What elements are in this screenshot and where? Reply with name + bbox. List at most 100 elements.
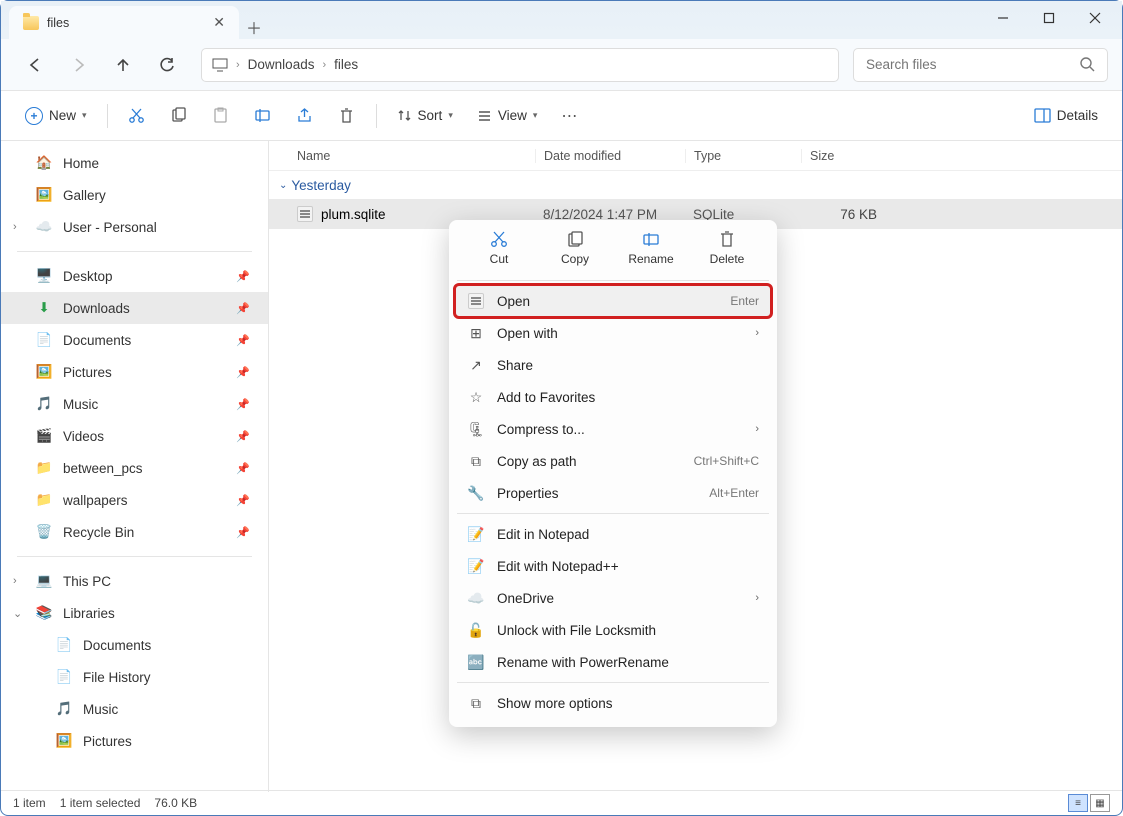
details-button[interactable]: Details bbox=[1024, 99, 1108, 133]
cloud-icon: ☁️ bbox=[35, 219, 53, 235]
ctx-edit-notepad[interactable]: 📝Edit in Notepad bbox=[455, 518, 771, 550]
breadcrumb-downloads[interactable]: Downloads bbox=[248, 57, 315, 72]
new-tab-button[interactable]: ＋ bbox=[239, 15, 269, 39]
more-button[interactable]: ⋯ bbox=[551, 99, 589, 133]
sidebar-item-libraries[interactable]: ⌄📚Libraries bbox=[1, 597, 268, 629]
ctx-onedrive[interactable]: ☁️OneDrive› bbox=[455, 582, 771, 614]
sidebar-item-videos[interactable]: 🎬Videos📌 bbox=[1, 420, 268, 452]
ctx-edit-notepad-plus-plus[interactable]: 📝Edit with Notepad++ bbox=[455, 550, 771, 582]
ctx-power-rename[interactable]: 🔤Rename with PowerRename bbox=[455, 646, 771, 678]
sidebar-item-lib-file-history[interactable]: 📄File History bbox=[1, 661, 268, 693]
sidebar-item-downloads[interactable]: ⬇Downloads📌 bbox=[1, 292, 268, 324]
column-headers: Name ▴Date modified Type Size bbox=[269, 141, 1122, 171]
sidebar-item-pictures[interactable]: 🖼️Pictures📌 bbox=[1, 356, 268, 388]
ctx-cut[interactable]: Cut bbox=[469, 230, 529, 266]
context-menu: Cut Copy Rename Delete OpenEnter ⊞Open w… bbox=[449, 220, 777, 727]
back-button[interactable] bbox=[15, 47, 55, 83]
breadcrumb-sep-icon: › bbox=[322, 59, 326, 71]
ctx-unlock-locksmith[interactable]: 🔓Unlock with File Locksmith bbox=[455, 614, 771, 646]
sidebar-item-home[interactable]: 🏠Home bbox=[1, 147, 268, 179]
star-icon: ☆ bbox=[467, 389, 485, 406]
pin-icon: 📌 bbox=[236, 398, 250, 411]
sort-asc-icon: ▴ bbox=[601, 147, 605, 156]
recycle-bin-icon: 🗑️ bbox=[35, 524, 53, 540]
ctx-copy-as-path[interactable]: ⧉Copy as pathCtrl+Shift+C bbox=[455, 445, 771, 477]
ctx-open[interactable]: OpenEnter bbox=[455, 285, 771, 317]
ctx-rename[interactable]: Rename bbox=[621, 230, 681, 266]
search-input[interactable] bbox=[866, 57, 1066, 72]
status-selected-count: 1 item selected bbox=[60, 796, 141, 810]
chevron-right-icon: › bbox=[755, 327, 759, 339]
music-icon: 🎵 bbox=[55, 701, 73, 717]
copy-path-icon: ⧉ bbox=[467, 453, 485, 470]
close-window-button[interactable] bbox=[1072, 3, 1118, 33]
navbar: › Downloads › files bbox=[1, 39, 1122, 91]
sidebar-item-music[interactable]: 🎵Music📌 bbox=[1, 388, 268, 420]
chevron-down-icon: ▾ bbox=[82, 110, 87, 121]
copy-button[interactable] bbox=[160, 99, 198, 133]
col-name[interactable]: Name bbox=[297, 149, 535, 163]
sidebar-item-gallery[interactable]: 🖼️Gallery bbox=[1, 179, 268, 211]
window-controls bbox=[980, 3, 1118, 33]
ctx-share[interactable]: ↗Share bbox=[455, 349, 771, 381]
videos-icon: 🎬 bbox=[35, 428, 53, 444]
ctx-add-favorites[interactable]: ☆Add to Favorites bbox=[455, 381, 771, 413]
address-bar[interactable]: › Downloads › files bbox=[201, 48, 839, 82]
sidebar-item-this-pc[interactable]: ›💻This PC bbox=[1, 565, 268, 597]
sidebar-item-between-pcs[interactable]: 📁between_pcs📌 bbox=[1, 452, 268, 484]
tab-files[interactable]: files ✕ bbox=[9, 6, 239, 39]
sidebar-item-lib-pictures[interactable]: 🖼️Pictures bbox=[1, 725, 268, 757]
sidebar-item-lib-music[interactable]: 🎵Music bbox=[1, 693, 268, 725]
ctx-properties[interactable]: 🔧PropertiesAlt+Enter bbox=[455, 477, 771, 509]
rename-button[interactable] bbox=[244, 99, 282, 133]
view-thumbnails-toggle[interactable]: ▦ bbox=[1090, 794, 1110, 812]
file-history-icon: 📄 bbox=[55, 669, 73, 685]
col-size[interactable]: Size bbox=[801, 149, 834, 163]
power-rename-icon: 🔤 bbox=[467, 654, 485, 671]
sidebar-item-lib-documents[interactable]: 📄Documents bbox=[1, 629, 268, 661]
view-details-toggle[interactable]: ≡ bbox=[1068, 794, 1088, 812]
folder-icon: 📁 bbox=[35, 492, 53, 508]
sidebar-item-user-personal[interactable]: ›☁️User - Personal bbox=[1, 211, 268, 243]
file-name: plum.sqlite bbox=[321, 207, 386, 222]
sidebar-item-recycle-bin[interactable]: 🗑️Recycle Bin📌 bbox=[1, 516, 268, 548]
refresh-button[interactable] bbox=[147, 47, 187, 83]
sidebar-item-documents[interactable]: 📄Documents📌 bbox=[1, 324, 268, 356]
file-size: 76 KB bbox=[801, 207, 891, 222]
sort-icon bbox=[397, 108, 412, 123]
sidebar-item-desktop[interactable]: 🖥️Desktop📌 bbox=[1, 260, 268, 292]
sidebar-item-wallpapers[interactable]: 📁wallpapers📌 bbox=[1, 484, 268, 516]
col-type[interactable]: Type bbox=[685, 149, 801, 163]
chevron-down-icon: ▾ bbox=[533, 110, 538, 121]
view-button[interactable]: View ▾ bbox=[467, 99, 548, 133]
ctx-delete[interactable]: Delete bbox=[697, 230, 757, 266]
minimize-button[interactable] bbox=[980, 3, 1026, 33]
maximize-button[interactable] bbox=[1026, 3, 1072, 33]
toolbar: + New ▾ Sort ▾ View ▾ ⋯ Details bbox=[1, 91, 1122, 141]
share-button[interactable] bbox=[286, 99, 324, 133]
search-icon bbox=[1080, 57, 1095, 72]
ctx-open-with[interactable]: ⊞Open with› bbox=[455, 317, 771, 349]
ctx-copy[interactable]: Copy bbox=[545, 230, 605, 266]
delete-button[interactable] bbox=[328, 99, 366, 133]
group-yesterday[interactable]: ⌄Yesterday bbox=[269, 171, 1122, 199]
ctx-compress[interactable]: 🗜Compress to...› bbox=[455, 413, 771, 445]
tab-close-icon[interactable]: ✕ bbox=[213, 14, 225, 31]
pin-icon: 📌 bbox=[236, 366, 250, 379]
search-box[interactable] bbox=[853, 48, 1108, 82]
sort-button[interactable]: Sort ▾ bbox=[387, 99, 463, 133]
up-button[interactable] bbox=[103, 47, 143, 83]
sidebar: 🏠Home 🖼️Gallery ›☁️User - Personal 🖥️Des… bbox=[1, 141, 269, 792]
sqlite-file-icon bbox=[297, 206, 313, 222]
new-label: New bbox=[49, 108, 76, 123]
paste-button[interactable] bbox=[202, 99, 240, 133]
ctx-show-more-options[interactable]: ⧉Show more options bbox=[455, 687, 771, 719]
cut-button[interactable] bbox=[118, 99, 156, 133]
chevron-down-icon[interactable]: ⌄ bbox=[13, 607, 22, 620]
breadcrumb-files[interactable]: files bbox=[334, 57, 358, 72]
chevron-right-icon[interactable]: › bbox=[13, 221, 17, 233]
forward-button[interactable] bbox=[59, 47, 99, 83]
chevron-right-icon[interactable]: › bbox=[13, 575, 17, 587]
col-date[interactable]: ▴Date modified bbox=[535, 149, 685, 163]
new-button[interactable]: + New ▾ bbox=[15, 99, 97, 133]
